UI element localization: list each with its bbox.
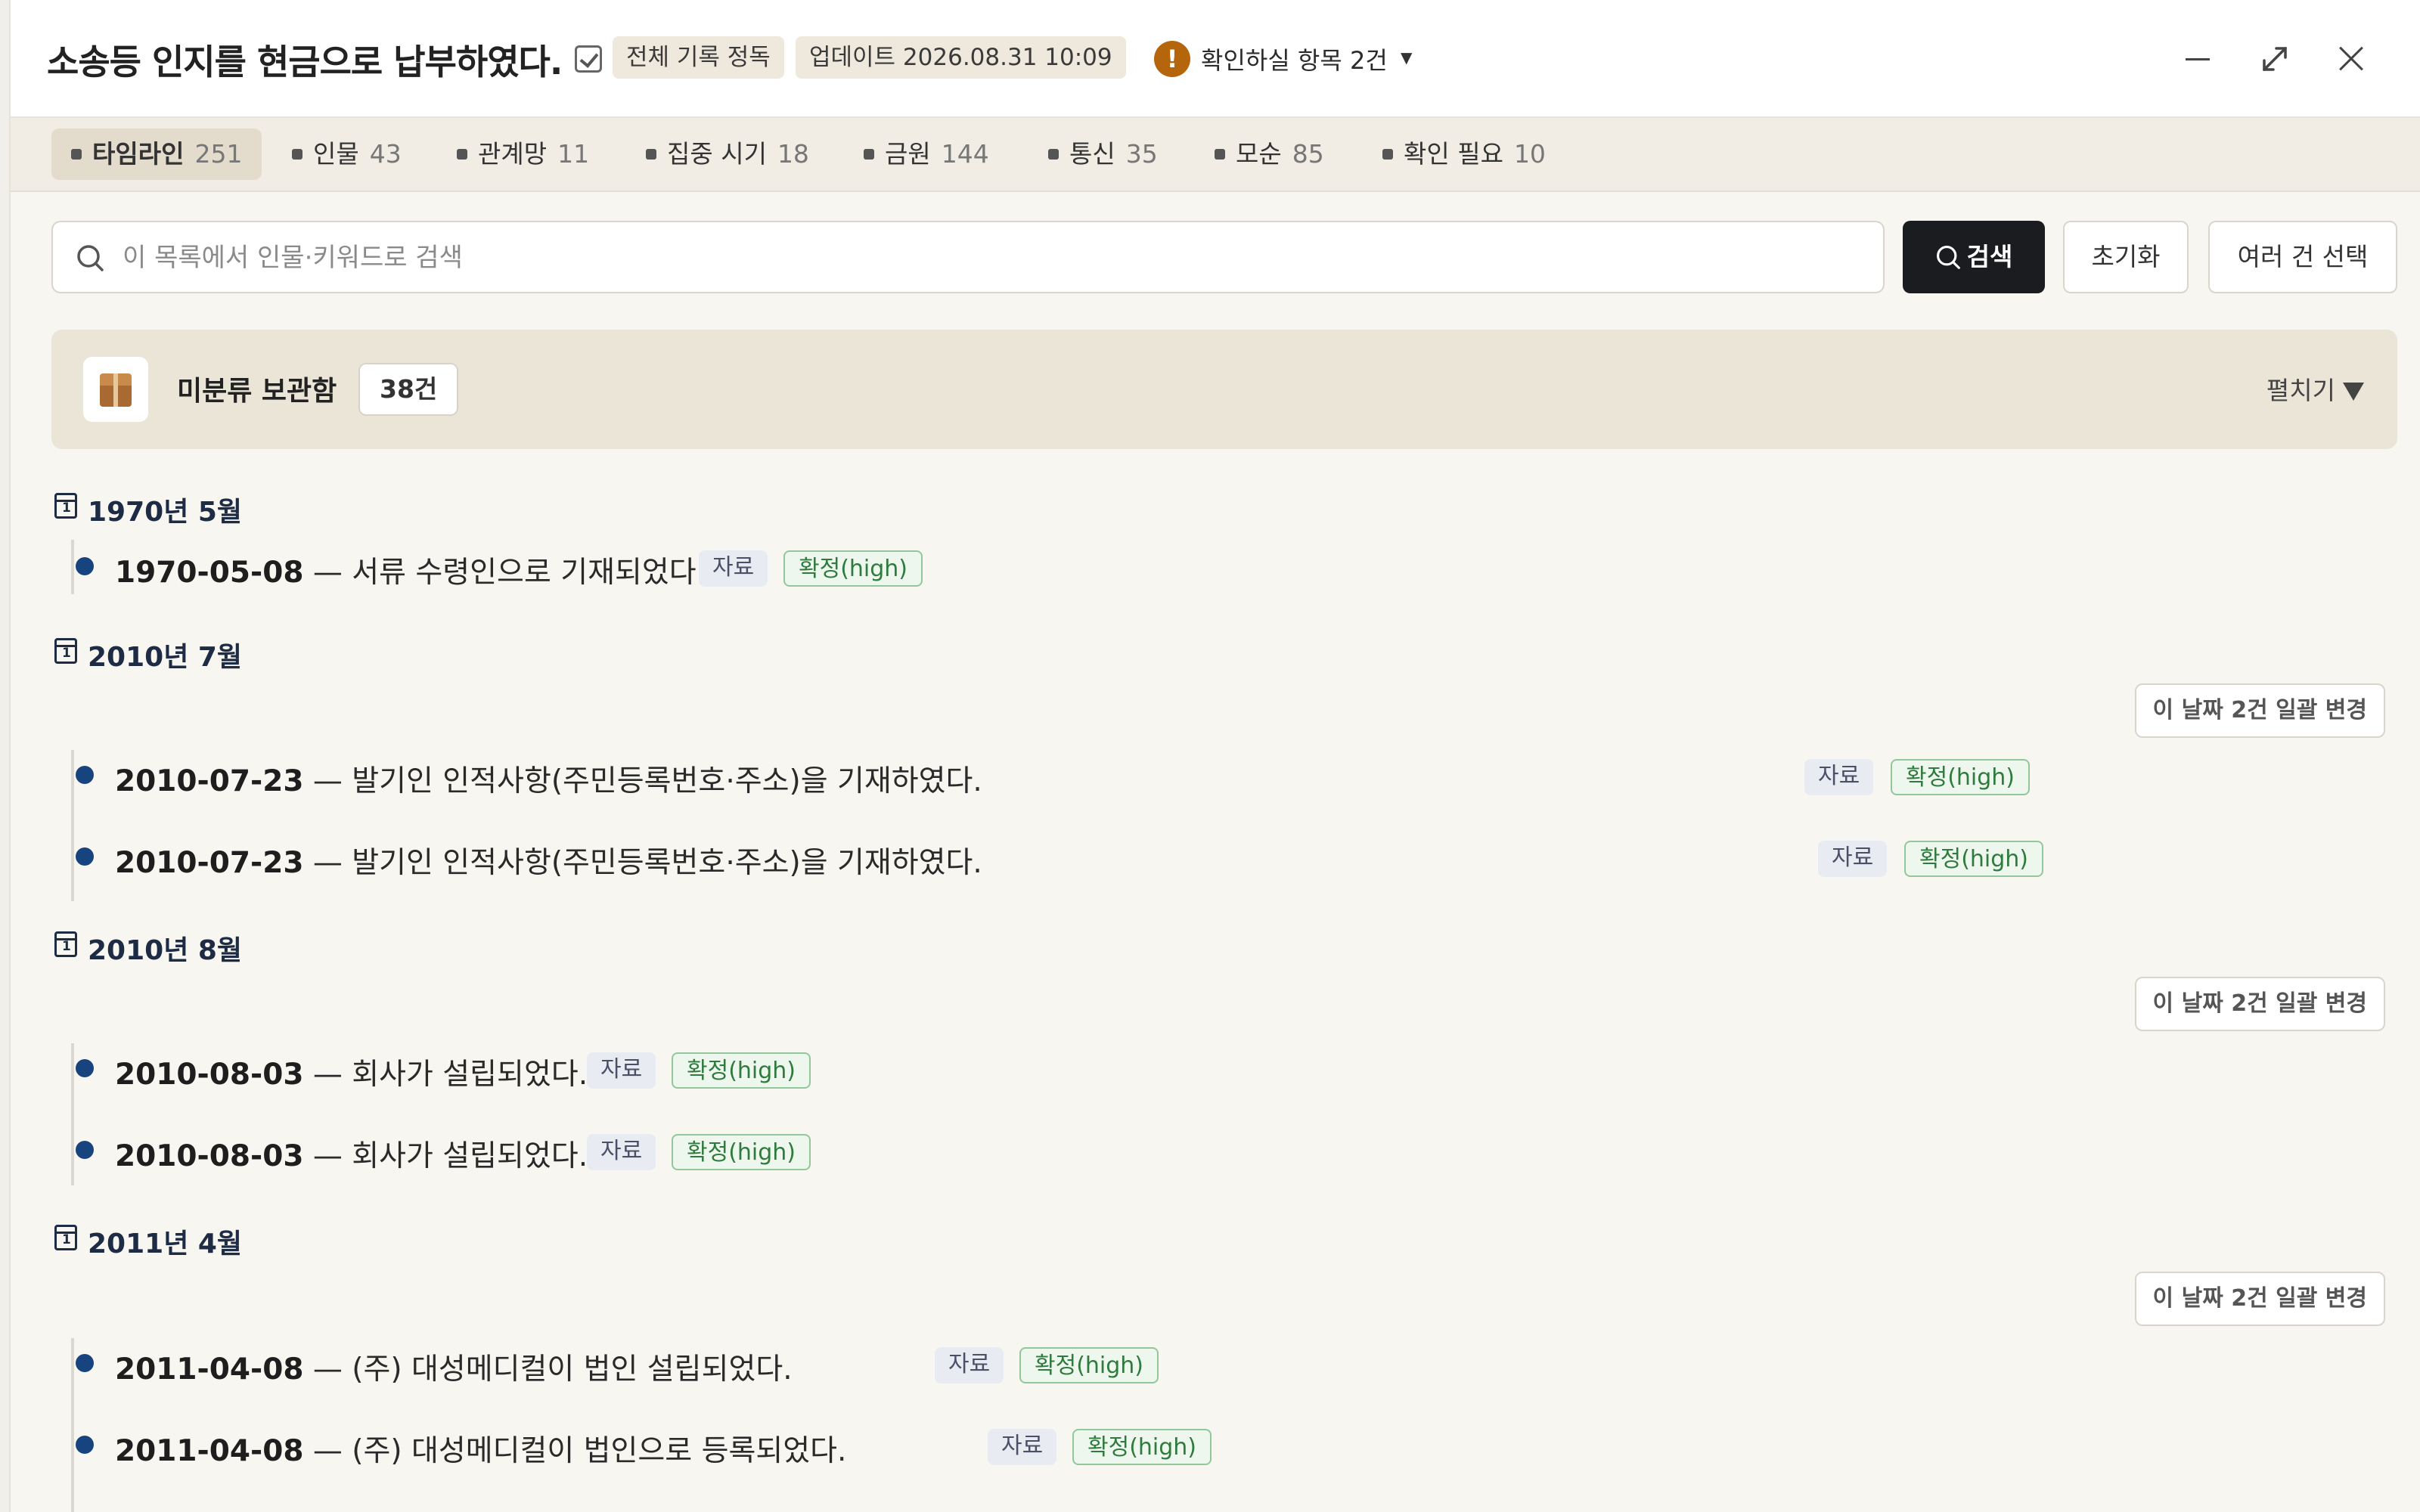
tab-count: 35 <box>1125 139 1158 169</box>
tab-network[interactable]: 관계망 11 <box>437 129 609 180</box>
event-text: — 발기인 인적사항(주민등록번호·주소)을 기재하였다. <box>303 764 982 798</box>
tab-count: 251 <box>194 139 243 169</box>
event-date: 2011-04-08 <box>115 1352 304 1387</box>
source-tag[interactable]: 자료 <box>587 1052 656 1089</box>
event-date: 1970-05-08 <box>115 556 304 590</box>
expand-icon <box>2263 47 2287 71</box>
event-dot <box>76 1141 94 1159</box>
month-heading: 2010년 8월 <box>88 935 243 966</box>
calendar-icon <box>54 1225 77 1250</box>
timeline-line <box>71 540 74 594</box>
event-dot <box>76 1354 94 1372</box>
source-tag[interactable]: 자료 <box>699 550 768 587</box>
bulk-change-button[interactable]: 이 날짜 2건 일괄 변경 <box>2134 977 2385 1031</box>
event-dot <box>76 1436 94 1454</box>
month-heading: 1970년 5월 <box>88 497 243 528</box>
tab-count: 43 <box>369 139 402 169</box>
search-box <box>51 221 1885 293</box>
pending-check-dropdown[interactable]: 확인하실 항목 2건 <box>1201 42 1388 76</box>
search-icon <box>77 245 104 271</box>
bulk-change-button[interactable]: 이 날짜 2건 일괄 변경 <box>2134 1272 2385 1326</box>
timeline-line <box>71 750 74 901</box>
expand-button[interactable] <box>2254 38 2296 80</box>
calendar-icon <box>54 493 77 519</box>
caret-down-icon[interactable]: ▼ <box>1401 48 1412 67</box>
reset-button[interactable]: 초기화 <box>2063 221 2189 293</box>
minimize-button[interactable] <box>2176 38 2219 80</box>
confidence-tag[interactable]: 확정(high) <box>1904 841 2044 877</box>
event-date: 2010-07-23 <box>115 764 304 798</box>
close-button[interactable] <box>2331 38 2373 80</box>
calendar-icon <box>54 931 77 957</box>
confidence-tag[interactable]: 확정(high) <box>1072 1429 1212 1465</box>
tab-focus-period[interactable]: 집중 시기 18 <box>626 129 829 180</box>
timeline-line <box>71 1338 74 1512</box>
warning-icon: ! <box>1154 41 1190 77</box>
event-text: — (주) 대성메디컬이 법인으로 등록되었다. <box>303 1434 847 1468</box>
confidence-tag[interactable]: 확정(high) <box>783 550 923 587</box>
confidence-tag[interactable]: 확정(high) <box>672 1134 811 1170</box>
window-header: 소송등 인지를 현금으로 납부하였다. 전체 기록 정독 업데이트 2026.0… <box>11 0 2420 118</box>
event-dot <box>76 847 94 866</box>
source-tag[interactable]: 자료 <box>1818 841 1888 877</box>
tab-timeline[interactable]: 타임라인 251 <box>51 129 262 180</box>
tab-people[interactable]: 인물 43 <box>272 129 421 180</box>
page-title: 소송등 인지를 현금으로 납부하였다. <box>47 42 563 82</box>
tab-bar: 타임라인 251 인물 43 관계망 11 집중 시기 18 금원 144 통신 35 모순… <box>11 118 2420 192</box>
tab-communication[interactable]: 통신 35 <box>1028 129 1177 180</box>
expand-toggle[interactable]: 펼치기 <box>2266 370 2364 407</box>
event-dot <box>76 1059 94 1077</box>
month-heading: 2011년 4월 <box>88 1228 243 1259</box>
tab-count: 18 <box>777 139 809 169</box>
checkbox-icon[interactable] <box>575 45 602 73</box>
calendar-icon <box>54 638 77 664</box>
full-record-badge: 전체 기록 정독 <box>613 36 784 79</box>
search-button[interactable]: 검색 <box>1903 221 2045 293</box>
multi-select-button[interactable]: 여러 건 선택 <box>2208 221 2397 293</box>
tab-money[interactable]: 금원 144 <box>844 129 1009 180</box>
tab-count: 85 <box>1292 139 1324 169</box>
event-date: 2011-04-08 <box>115 1434 304 1468</box>
triangle-down-icon <box>2343 383 2364 401</box>
event-dot <box>76 766 94 784</box>
tab-count: 10 <box>1513 139 1546 169</box>
source-tag[interactable]: 자료 <box>988 1429 1057 1465</box>
bulk-change-button[interactable]: 이 날짜 2건 일괄 변경 <box>2134 683 2385 738</box>
event-text: — (주) 대성메디컬이 법인 설립되었다. <box>303 1352 793 1387</box>
tab-contradiction[interactable]: 모순 85 <box>1195 129 1344 180</box>
minimize-icon <box>2186 58 2210 60</box>
event-date: 2010-08-03 <box>115 1139 304 1173</box>
confidence-tag[interactable]: 확정(high) <box>672 1052 811 1089</box>
source-tag[interactable]: 자료 <box>935 1347 1004 1383</box>
timeline-line <box>71 1043 74 1185</box>
source-tag[interactable]: 자료 <box>1804 759 1874 795</box>
event-text: — 회사가 설립되었다. <box>303 1058 588 1092</box>
update-timestamp-badge: 업데이트 2026.08.31 10:09 <box>796 36 1126 79</box>
case-detail-window: 소송등 인지를 현금으로 납부하였다. 전체 기록 정독 업데이트 2026.0… <box>9 0 2420 1512</box>
event-dot <box>76 557 94 575</box>
bin-count-badge: 38건 <box>358 363 459 416</box>
tab-needs-check[interactable]: 확인 필요 10 <box>1363 129 1565 180</box>
event-date: 2010-07-23 <box>115 846 304 880</box>
event-text: — 회사가 설립되었다. <box>303 1139 588 1173</box>
confidence-tag[interactable]: 확정(high) <box>1019 1347 1159 1383</box>
search-input[interactable] <box>123 236 1862 280</box>
event-date: 2010-08-03 <box>115 1058 304 1092</box>
tab-count: 144 <box>941 139 989 169</box>
source-tag[interactable]: 자료 <box>587 1134 656 1170</box>
event-text: — 발기인 인적사항(주민등록번호·주소)을 기재하였다. <box>303 846 982 880</box>
month-heading: 2010년 7월 <box>88 642 243 673</box>
box-icon <box>83 357 148 422</box>
unclassified-bin[interactable]: 미분류 보관함 38건 펼치기 <box>51 330 2397 449</box>
confidence-tag[interactable]: 확정(high) <box>1891 759 2031 795</box>
search-icon <box>1936 246 1960 269</box>
tab-count: 11 <box>557 139 590 169</box>
event-text: — 서류 수령인으로 기재되었다. <box>303 556 706 590</box>
bin-title: 미분류 보관함 <box>177 376 337 407</box>
